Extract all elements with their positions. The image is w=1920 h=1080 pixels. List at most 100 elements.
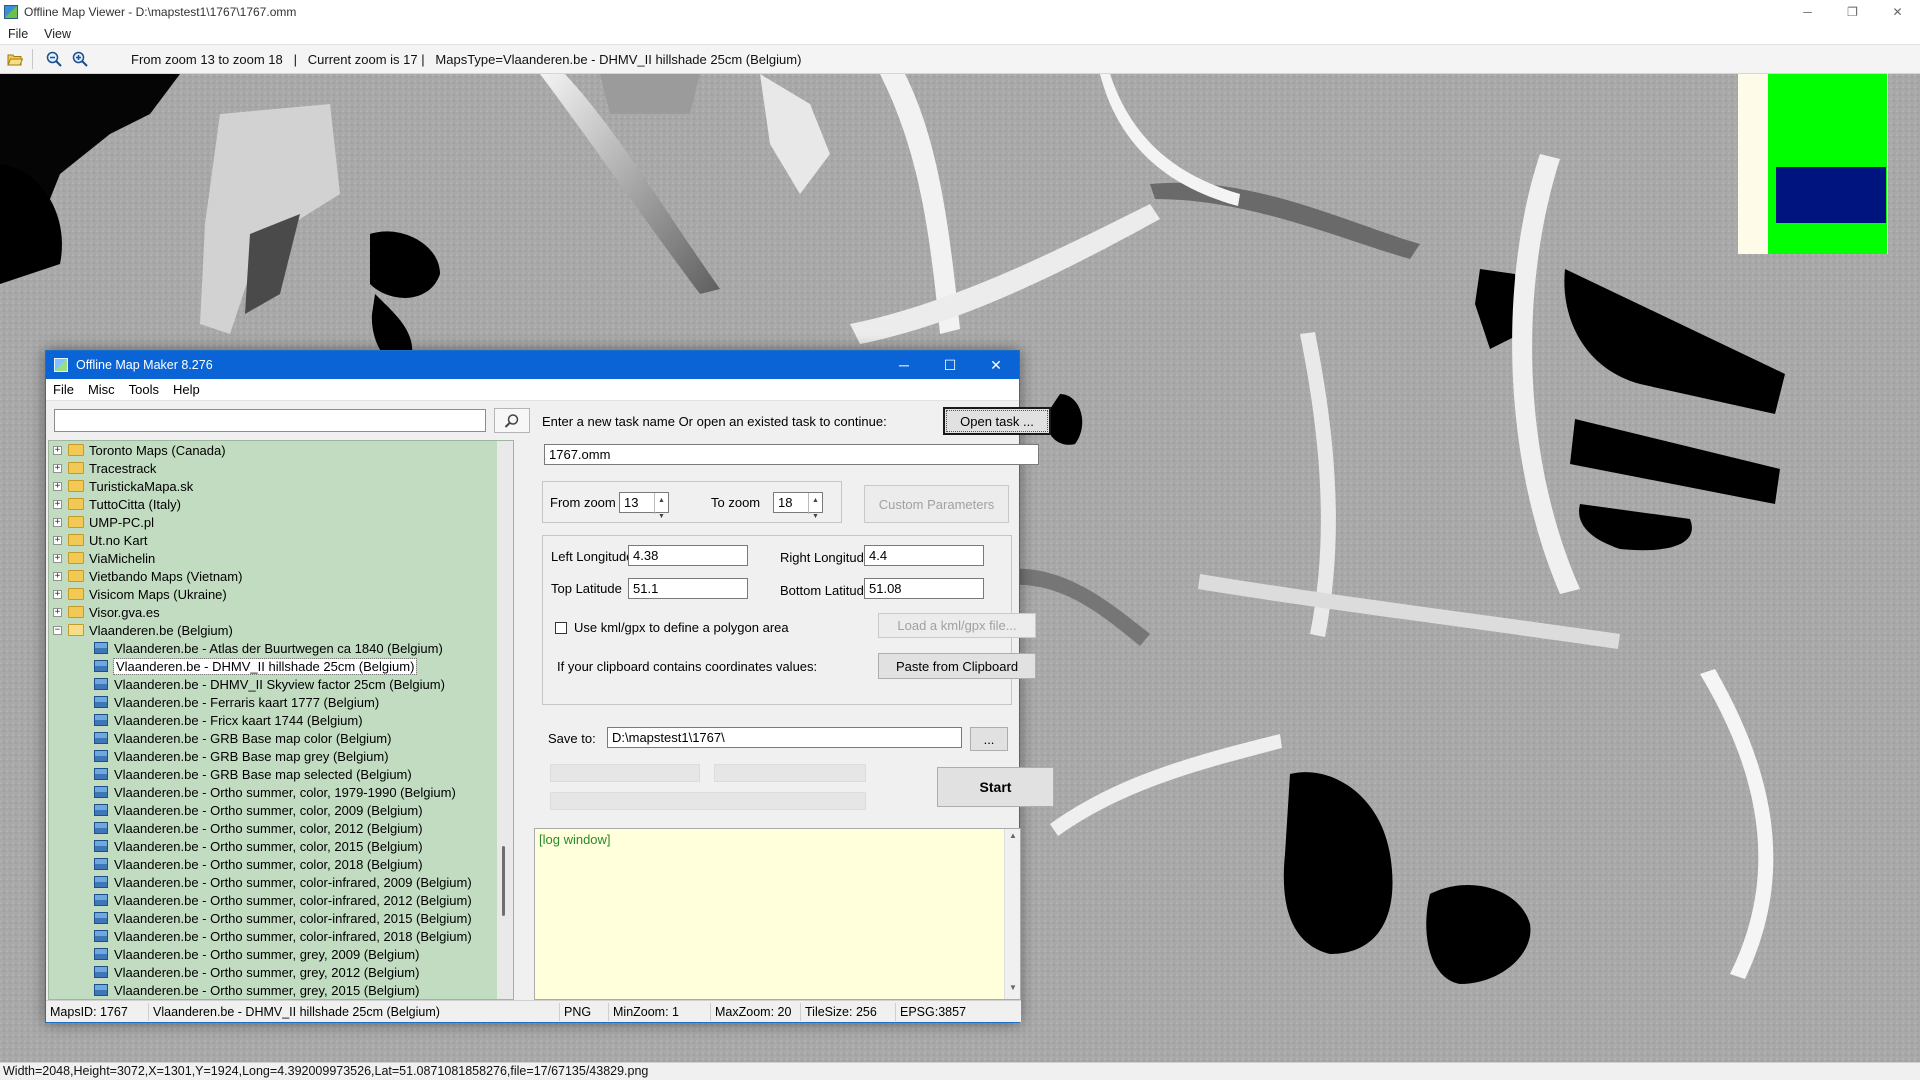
top-latitude-input[interactable]: 51.1 [628, 578, 748, 599]
tree-map-item[interactable]: Vlaanderen.be - Ortho summer, color-infr… [94, 909, 472, 927]
map-tree[interactable]: + Toronto Maps (Canada) + Tracestrack + Turis… [48, 440, 514, 1000]
open-task-button[interactable]: Open task ... [943, 407, 1051, 435]
tree-map-item[interactable]: Vlaanderen.be - DHMV_II Skyview factor 2… [94, 675, 445, 693]
minimap-viewport[interactable] [1776, 167, 1886, 223]
tree-folder-item[interactable]: + Visicom Maps (Ukraine) [53, 585, 227, 603]
tree-folder-item[interactable]: + Toronto Maps (Canada) [53, 441, 226, 459]
dialog-maximize-button[interactable]: ☐ [927, 351, 973, 379]
search-input[interactable] [54, 409, 486, 432]
tree-scrollbar[interactable] [497, 441, 513, 999]
zoom-in-icon[interactable] [69, 48, 91, 70]
expand-icon[interactable]: + [53, 607, 62, 617]
collapse-icon[interactable]: − [53, 625, 62, 635]
tree-map-item[interactable]: Vlaanderen.be - DHMV_II hillshade 25cm (… [94, 657, 418, 675]
scroll-up-icon[interactable]: ▲ [1005, 831, 1021, 845]
tree-map-item[interactable]: Vlaanderen.be - GRB Base map selected (B… [94, 765, 412, 783]
tree-folder-item[interactable]: + Vietbando Maps (Vietnam) [53, 567, 242, 585]
tree-map-item[interactable]: Vlaanderen.be - GRB Base map color (Belg… [94, 729, 391, 747]
expand-icon[interactable]: + [53, 463, 62, 473]
restore-button[interactable]: ❐ [1830, 0, 1875, 24]
load-kml-button[interactable]: Load a kml/gpx file... [878, 613, 1036, 638]
expand-icon[interactable]: + [53, 553, 62, 563]
tree-map-item[interactable]: Vlaanderen.be - Ortho summer, color, 197… [94, 783, 456, 801]
expand-icon[interactable]: + [53, 589, 62, 599]
minimap[interactable] [1738, 74, 1888, 254]
folder-icon [68, 534, 84, 546]
custom-parameters-button[interactable]: Custom Parameters [864, 485, 1009, 523]
right-longitude-input[interactable]: 4.4 [864, 545, 984, 566]
expand-icon[interactable]: + [53, 499, 62, 509]
tree-map-item[interactable]: Vlaanderen.be - GRB Base map grey (Belgi… [94, 747, 389, 765]
open-folder-icon[interactable] [4, 48, 26, 70]
scroll-down-icon[interactable]: ▼ [1005, 983, 1021, 997]
tree-folder-item[interactable]: + UMP-PC.pl [53, 513, 154, 531]
tree-folder-item[interactable]: − Vlaanderen.be (Belgium) [53, 621, 233, 639]
tree-map-item[interactable]: Vlaanderen.be - Ortho summer, color-infr… [94, 891, 472, 909]
log-scrollbar[interactable]: ▲ ▼ [1004, 829, 1020, 999]
expand-icon[interactable]: + [53, 481, 62, 491]
menu-view[interactable]: View [36, 27, 79, 41]
task-name-input[interactable]: 1767.omm [544, 444, 1039, 465]
zoom-out-icon[interactable] [43, 48, 65, 70]
tree-folder-item[interactable]: + TuristickaMapa.sk [53, 477, 193, 495]
from-zoom-spin-icon[interactable]: ▲ ▼ [654, 493, 668, 520]
use-kml-checkbox[interactable] [555, 622, 567, 634]
menu-file[interactable]: File [0, 27, 36, 41]
map-layer-icon [94, 876, 108, 888]
tree-map-item[interactable]: Vlaanderen.be - Ortho summer, color, 201… [94, 855, 423, 873]
browse-button[interactable]: ... [970, 727, 1008, 751]
minimize-button[interactable]: ─ [1785, 0, 1830, 24]
log-window[interactable]: [log window] ▲ ▼ [534, 828, 1021, 1000]
dialog-close-button[interactable]: ✕ [973, 351, 1019, 379]
dialog-menu-tools[interactable]: Tools [122, 382, 166, 397]
tree-map-item[interactable]: Vlaanderen.be - Atlas der Buurtwegen ca … [94, 639, 443, 657]
status-min-zoom: MinZoom: 1 [609, 1002, 711, 1021]
tree-folder-item[interactable]: + ViaMichelin [53, 549, 155, 567]
tree-map-item[interactable]: Vlaanderen.be - Ortho summer, grey, 2009… [94, 945, 419, 963]
dialog-menu-help[interactable]: Help [166, 382, 207, 397]
viewer-statusbar: Width=2048,Height=3072,X=1301,Y=1924,Lon… [0, 1062, 1920, 1080]
expand-icon[interactable]: + [53, 535, 62, 545]
tree-folder-item[interactable]: + Visor.gva.es [53, 603, 160, 621]
tree-item-label: Vlaanderen.be - Ortho summer, color, 197… [114, 784, 456, 800]
save-path-input[interactable]: D:\mapstest1\1767\ [607, 727, 962, 748]
tree-scroll-thumb[interactable] [502, 846, 505, 916]
tree-map-item[interactable]: Vlaanderen.be - Fricx kaart 1744 (Belgiu… [94, 711, 363, 729]
tree-folder-item[interactable]: + Ut.no Kart [53, 531, 148, 549]
tree-map-item[interactable]: Vlaanderen.be - Ortho summer, color-infr… [94, 873, 472, 891]
tree-map-item[interactable]: Vlaanderen.be - Ortho summer, color, 201… [94, 819, 423, 837]
tree-item-label: Vlaanderen.be - Ortho summer, color, 201… [114, 856, 423, 872]
tree-map-item[interactable]: Vlaanderen.be - Ortho summer, grey, 2012… [94, 963, 419, 981]
to-zoom-spin-icon[interactable]: ▲ ▼ [808, 493, 822, 520]
expand-icon[interactable]: + [53, 517, 62, 527]
tree-map-item[interactable]: Vlaanderen.be - Ortho summer, color, 200… [94, 801, 423, 819]
paste-from-clipboard-button[interactable]: Paste from Clipboard [878, 653, 1036, 679]
tree-item-label: Vlaanderen.be (Belgium) [89, 622, 233, 638]
tree-map-item[interactable]: Vlaanderen.be - Ortho summer, color-infr… [94, 927, 472, 945]
tree-folder-item[interactable]: + Tracestrack [53, 459, 156, 477]
dialog-window-controls: ─ ☐ ✕ [881, 351, 1019, 379]
search-button[interactable] [494, 408, 530, 433]
folder-icon [68, 480, 84, 492]
to-zoom-stepper[interactable]: 18 ▲ ▼ [773, 492, 823, 520]
bottom-latitude-label: Bottom Latitude [780, 583, 872, 598]
tree-folder-item[interactable]: + TuttoCitta (Italy) [53, 495, 181, 513]
dialog-minimize-button[interactable]: ─ [881, 351, 927, 379]
from-zoom-value: 13 [624, 495, 639, 510]
bottom-latitude-input[interactable]: 51.08 [864, 578, 984, 599]
expand-icon[interactable]: + [53, 571, 62, 581]
expand-icon[interactable]: + [53, 445, 62, 455]
dialog-statusbar: MapsID: 1767 Vlaanderen.be - DHMV_II hil… [46, 1000, 1021, 1022]
viewer-menubar: File View [0, 24, 1920, 44]
left-longitude-input[interactable]: 4.38 [628, 545, 748, 566]
close-button[interactable]: ✕ [1875, 0, 1920, 24]
tree-map-item[interactable]: Vlaanderen.be - Ferraris kaart 1777 (Bel… [94, 693, 379, 711]
dialog-menu-misc[interactable]: Misc [81, 382, 122, 397]
progress-bar-1 [550, 764, 700, 782]
map-layer-icon [94, 642, 108, 654]
tree-map-item[interactable]: Vlaanderen.be - Ortho summer, grey, 2015… [94, 981, 419, 999]
tree-map-item[interactable]: Vlaanderen.be - Ortho summer, color, 201… [94, 837, 423, 855]
start-button[interactable]: Start [937, 767, 1054, 807]
from-zoom-stepper[interactable]: 13 ▲ ▼ [619, 492, 669, 520]
dialog-menu-file[interactable]: File [46, 382, 81, 397]
